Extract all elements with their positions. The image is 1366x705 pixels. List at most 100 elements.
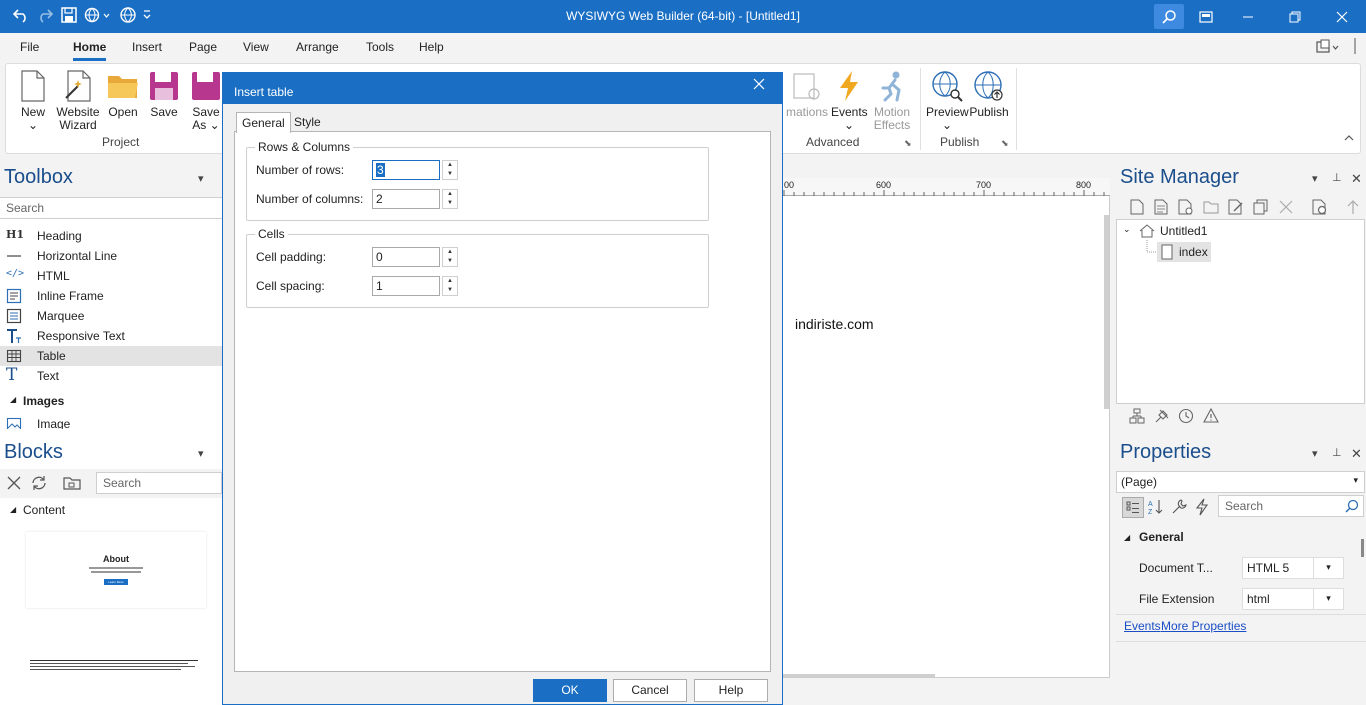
toolbox-item-heading[interactable]: H1 Heading	[0, 226, 222, 246]
page-node-index[interactable]: index	[1157, 242, 1211, 262]
tab-general[interactable]: General	[236, 112, 291, 133]
preview-button[interactable]: Preview ⌄	[926, 70, 969, 132]
pin-icon[interactable]: ⊥	[1332, 171, 1342, 184]
publish-button[interactable]: Publish	[968, 70, 1010, 119]
horizontal-scrollbar[interactable]	[783, 674, 935, 677]
minimize-ribbon-icon[interactable]	[1349, 37, 1361, 55]
search-icon[interactable]	[1154, 4, 1184, 29]
categorized-icon[interactable]	[1122, 497, 1144, 518]
properties-search-input[interactable]: Search	[1218, 495, 1364, 517]
toolbox-search-input[interactable]: Search	[0, 197, 222, 219]
cell-spacing-input[interactable]: 1	[372, 276, 440, 296]
tab-style[interactable]: Style	[289, 112, 326, 133]
cell-spacing-stepper[interactable]: ▲ ▼	[442, 276, 458, 296]
cancel-button[interactable]: Cancel	[613, 679, 687, 702]
menu-view[interactable]: View	[243, 40, 269, 54]
block-thumbnail-about[interactable]: About Learn More	[26, 532, 206, 608]
minimize-icon[interactable]	[1225, 0, 1271, 33]
blocks-menu-icon[interactable]: ▾	[198, 447, 204, 460]
toolbox-item-text[interactable]: T Text	[0, 365, 222, 386]
toolbox-item-responsive-text[interactable]: Responsive Text	[0, 326, 222, 346]
properties-menu-icon[interactable]: ▾	[1312, 447, 1318, 460]
ok-button[interactable]: OK	[533, 679, 607, 702]
sitemap-icon[interactable]	[1129, 408, 1145, 424]
rows-stepper[interactable]: ▲ ▼	[442, 160, 458, 180]
lightning-icon[interactable]	[1193, 498, 1211, 516]
menu-file[interactable]: File	[20, 40, 39, 54]
publish-launcher-icon[interactable]: ⬊	[1001, 138, 1009, 149]
toolbox-group-images[interactable]: ◢ Images	[0, 391, 222, 411]
pin-icon[interactable]: ⊥	[1332, 446, 1342, 459]
toolbox-item-image[interactable]: Image	[0, 414, 222, 429]
restore-icon[interactable]	[1272, 0, 1318, 33]
cell-padding-stepper[interactable]: ▲ ▼	[442, 247, 458, 267]
cell-padding-input[interactable]: 0	[372, 247, 440, 267]
close-panel-icon[interactable]: ✕	[1351, 171, 1362, 187]
layout-switch-icon[interactable]	[1316, 39, 1340, 55]
new-button[interactable]: New ⌄	[15, 70, 51, 132]
site-settings-icon[interactable]	[1312, 199, 1328, 215]
animations-button[interactable]: mations	[784, 70, 830, 119]
block-thumbnail-text[interactable]	[30, 658, 198, 674]
menu-home[interactable]: Home	[73, 40, 107, 61]
close-icon[interactable]	[1319, 0, 1365, 33]
new-folder-icon[interactable]	[1203, 199, 1219, 215]
wrench-icon[interactable]	[1170, 498, 1188, 516]
edit-page-icon[interactable]	[1228, 199, 1244, 215]
file-extension-select[interactable]: html ▾	[1242, 588, 1344, 610]
property-group-general[interactable]: General	[1139, 530, 1184, 544]
toolbox-menu-icon[interactable]: ▾	[198, 172, 204, 185]
menu-page[interactable]: Page	[189, 40, 217, 54]
motion-effects-button[interactable]: Motion Effects	[870, 70, 914, 132]
duplicate-page-icon[interactable]	[1253, 199, 1269, 215]
menu-tools[interactable]: Tools	[366, 40, 394, 54]
menu-arrange[interactable]: Arrange	[296, 40, 339, 54]
menu-insert[interactable]: Insert	[132, 40, 162, 54]
events-button[interactable]: Events ⌄	[831, 70, 868, 132]
menu-help[interactable]: Help	[419, 40, 444, 54]
site-manager-menu-icon[interactable]: ▾	[1312, 172, 1318, 185]
website-wizard-button[interactable]: Website Wizard	[55, 70, 101, 132]
close-icon[interactable]	[753, 78, 765, 90]
history-icon[interactable]	[1178, 408, 1194, 424]
canvas-text-object[interactable]: indiriste.com	[795, 316, 874, 332]
save-as-button[interactable]: Save As ⌄	[189, 70, 223, 132]
collapse-ribbon-icon[interactable]	[1344, 134, 1354, 142]
sort-alpha-icon[interactable]: AZ	[1147, 498, 1165, 516]
toolbox-item-inline-frame[interactable]: Inline Frame	[0, 286, 222, 306]
more-properties-link[interactable]: More Properties	[1161, 619, 1246, 633]
warning-icon[interactable]	[1203, 408, 1219, 424]
pin-icon[interactable]	[1154, 408, 1170, 424]
columns-stepper[interactable]: ▲ ▼	[442, 189, 458, 209]
page-settings-icon[interactable]	[1178, 199, 1194, 215]
object-selector[interactable]: (Page) ▾	[1116, 471, 1365, 493]
vertical-scrollbar[interactable]	[1104, 215, 1109, 409]
toolbox-item-table[interactable]: Table	[0, 346, 222, 366]
close-panel-icon[interactable]: ✕	[1351, 446, 1362, 462]
help-button[interactable]: Help	[694, 679, 768, 702]
toolbox-item-marquee[interactable]: Marquee	[0, 306, 222, 326]
columns-input[interactable]: 2	[372, 189, 440, 209]
new-page-icon[interactable]	[1130, 199, 1144, 215]
folder-icon[interactable]	[63, 475, 81, 491]
open-button[interactable]: Open	[106, 70, 140, 119]
toolbox-item-html[interactable]: </> HTML	[0, 266, 222, 286]
property-scrollbar[interactable]	[1361, 539, 1364, 557]
advanced-launcher-icon[interactable]: ⬊	[904, 138, 912, 149]
document-type-select[interactable]: HTML 5 ▾	[1242, 557, 1344, 579]
toolbox-item-horizontal-line[interactable]: Horizontal Line	[0, 246, 222, 266]
save-button[interactable]: Save	[149, 70, 179, 119]
events-link[interactable]: Events	[1124, 619, 1161, 633]
ribbon-display-icon[interactable]	[1183, 0, 1229, 33]
page-properties-icon[interactable]	[1154, 199, 1168, 215]
delete-icon[interactable]	[6, 475, 22, 491]
blocks-search-input[interactable]: Search	[96, 472, 222, 494]
page-canvas[interactable]: indiriste.com	[782, 178, 1110, 678]
refresh-icon[interactable]	[30, 475, 48, 491]
rows-input[interactable]: 3	[372, 160, 440, 180]
arrow-up-icon[interactable]	[1346, 199, 1360, 215]
delete-page-icon[interactable]	[1279, 199, 1293, 215]
expand-icon[interactable]: ⌄	[1123, 224, 1131, 235]
blocks-category-content[interactable]: Content	[23, 503, 65, 517]
site-root-node[interactable]: Untitled1	[1160, 224, 1207, 238]
